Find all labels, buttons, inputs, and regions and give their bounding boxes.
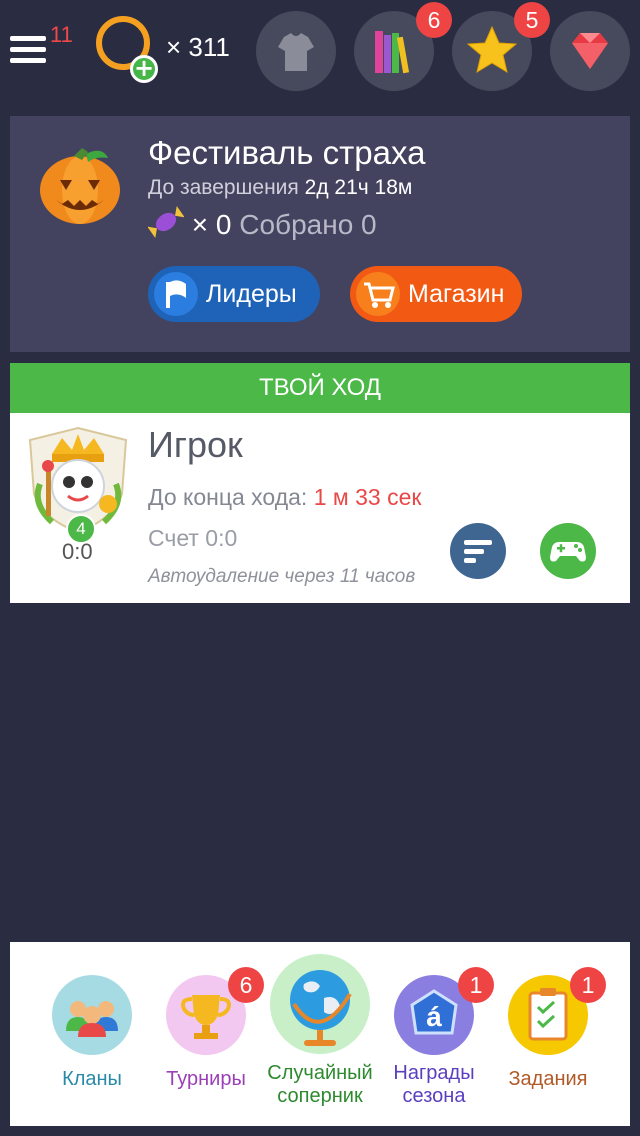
gamepad-icon [550,541,586,562]
clans-icon [66,1001,118,1037]
season-rewards-badge: 1 [458,967,494,1003]
game-score: Счет 0:0 [148,525,238,551]
tournaments-badge: 6 [228,967,264,1003]
event-deadline-value: 2д 21ч 18м [304,176,413,199]
avatar-score: 0:0 [62,539,93,564]
tasks-label: Задания [508,1068,588,1090]
random-opponent-button[interactable] [270,954,370,1054]
candy-count: × 0 [191,209,232,240]
random-opponent-label: Случайный соперник [260,1062,380,1108]
shop-label: Магазин [408,280,505,308]
chat-button[interactable] [450,523,506,579]
autodelete-note: Автоудаление через 11 часов [148,566,416,587]
candy-icon [147,205,185,239]
opponent-name: Игрок [148,424,243,465]
event-candy-row: × 0 Собрано 0 [147,204,377,241]
menu-icon[interactable] [10,36,46,64]
play-button[interactable] [540,523,596,579]
leaders-label: Лидеры [206,280,297,308]
turn-timer-value: 1 м 33 сек [313,484,422,510]
shop-button[interactable]: Магазин [350,266,522,322]
coin-count: × 311 [166,32,230,62]
leaders-button[interactable]: Лидеры [148,266,320,322]
tasks-badge: 1 [570,967,606,1003]
cart-icon [356,272,400,316]
season-rewards-label: Награды сезона [374,1062,494,1108]
pumpkin-icon [40,148,120,224]
clans-label: Кланы [62,1068,122,1090]
clans-button[interactable] [52,975,132,1055]
menu-notification-count: 11 [50,22,73,47]
flag-icon [154,272,198,316]
add-coins-icon[interactable]: + [130,55,158,83]
globe-icon [290,970,352,1046]
event-collected: Собрано 0 [239,209,377,240]
books-badge: 6 [416,2,452,38]
season-rewards-label-line2: сезона [402,1085,466,1107]
random-opponent-label-line2: соперник [277,1085,363,1107]
season-rewards-label-line1: Награды [393,1062,475,1084]
chat-icon [464,540,492,563]
turn-timer: До конца хода: 1 м 33 сек [148,484,421,511]
tournaments-label: Турниры [166,1068,246,1090]
event-deadline: До завершения 2д 21ч 18м [148,176,412,200]
event-title: Фестиваль страха [148,134,426,171]
event-deadline-label: До завершения [148,176,299,199]
your-turn-banner: ТВОЙ ХОД [10,363,630,413]
gem-icon [572,33,608,69]
svg-text:á: á [426,1001,442,1032]
shirt-icon [278,33,314,71]
shirt-button[interactable] [256,11,336,91]
favorites-badge: 5 [514,2,550,38]
gems-button[interactable] [550,11,630,91]
random-opponent-label-line1: Случайный [267,1062,373,1084]
turn-timer-label: До конца хода: [148,484,308,510]
